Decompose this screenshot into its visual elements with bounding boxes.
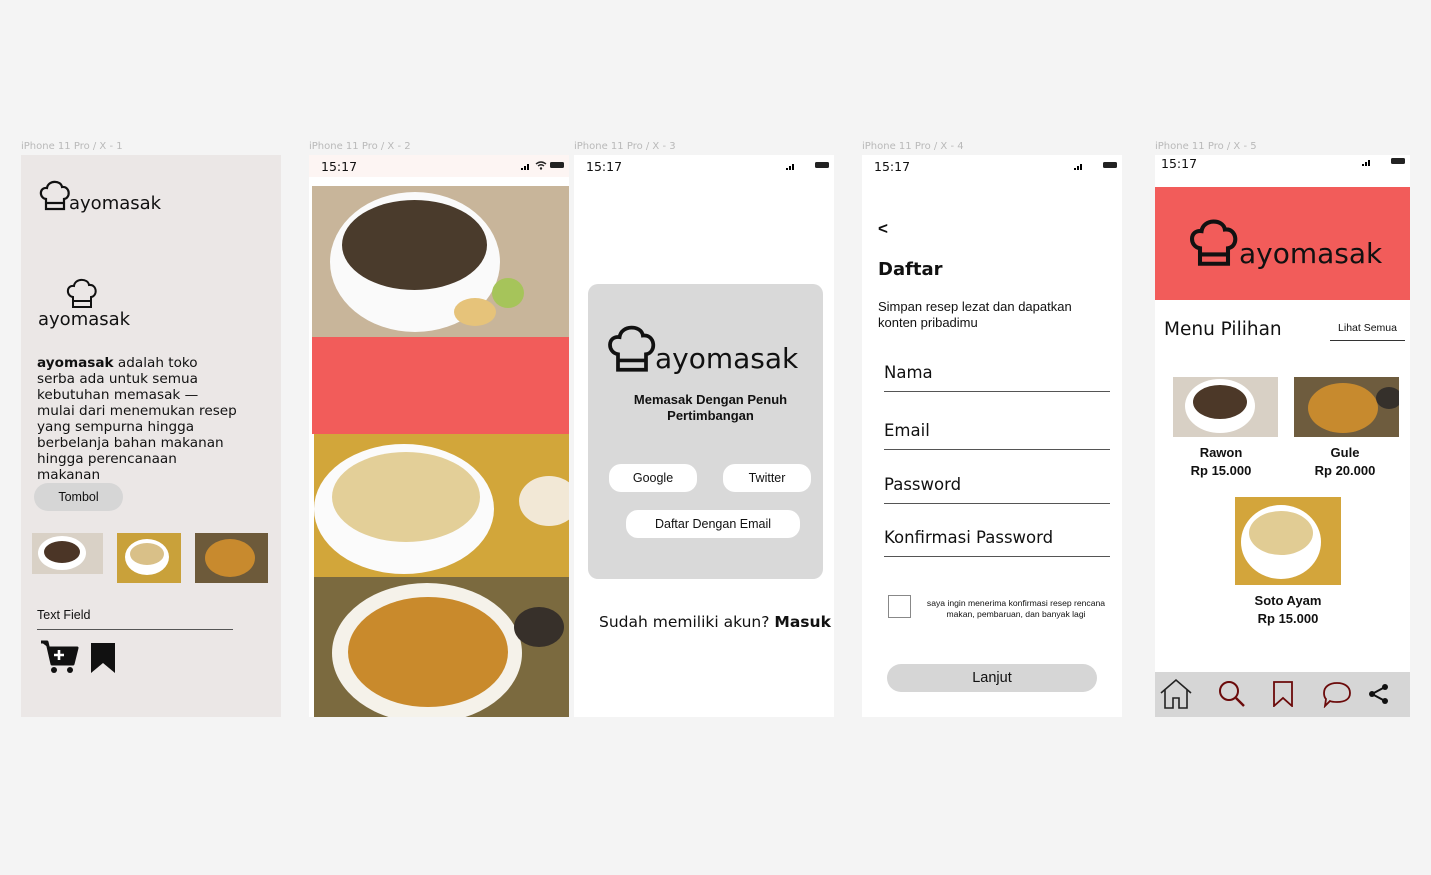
sample-button[interactable]: Tombol <box>34 483 123 511</box>
battery-icon <box>550 162 564 168</box>
twitter-signin-button[interactable]: Twitter <box>723 464 811 492</box>
bookmark-icon[interactable] <box>1273 681 1293 707</box>
search-icon[interactable] <box>1218 680 1246 708</box>
chef-hat-icon <box>39 180 70 211</box>
next-button[interactable]: Lanjut <box>887 664 1097 692</box>
login-link[interactable]: Masuk <box>774 613 830 631</box>
dish-item-soto-ayam[interactable]: Soto Ayam Rp 15.000 <box>1223 592 1353 628</box>
artboard-home-menu: 15:17 ayomasak Menu Pilihan Lihat Semua … <box>1155 155 1410 717</box>
text-field-input[interactable] <box>37 629 233 630</box>
accent-block <box>312 337 569 434</box>
status-bar: 15:17 <box>862 155 1122 177</box>
status-time: 15:17 <box>321 159 358 174</box>
brand-logo-stacked-text: ayomasak <box>38 309 131 330</box>
dish-item-rawon[interactable]: Rawon Rp 15.000 <box>1156 444 1286 480</box>
artboard-signup-options: 15:17 ayomasak Memasak Dengan Penuh Pert… <box>574 155 834 717</box>
have-account-text: Sudah memiliki akun? <box>599 613 775 631</box>
consent-checkbox[interactable] <box>888 595 911 618</box>
soto-thumbnail <box>117 533 181 583</box>
brand-name-bold: ayomasak <box>37 355 114 371</box>
signal-icon <box>521 164 529 170</box>
confirm-password-field[interactable]: Konfirmasi Password <box>884 528 1110 557</box>
home-icon[interactable] <box>1159 678 1193 710</box>
dish-name: Gule <box>1330 445 1360 460</box>
rawon-photo <box>312 186 569 337</box>
status-bar: 15:17 <box>309 155 569 177</box>
chef-hat-icon <box>608 325 656 372</box>
battery-icon <box>1103 162 1117 168</box>
artboard-splash-gallery: 15:17 <box>309 155 569 717</box>
add-to-cart-icon[interactable] <box>39 636 79 676</box>
rawon-card-image[interactable] <box>1173 377 1278 437</box>
status-time: 15:17 <box>586 159 623 174</box>
artboard-label-1: iPhone 11 Pro / X - 1 <box>21 141 123 152</box>
signal-icon <box>1074 164 1082 170</box>
battery-icon <box>1391 158 1405 164</box>
chat-icon[interactable] <box>1322 681 1352 708</box>
password-field[interactable]: Password <box>884 475 1110 504</box>
welcome-card: ayomasak Memasak Dengan Penuh Pertimbang… <box>588 284 823 579</box>
artboard-label-5: iPhone 11 Pro / X - 5 <box>1155 141 1257 152</box>
soto-ayam-photo <box>314 434 569 577</box>
email-field[interactable]: Email <box>884 421 1110 450</box>
artboard-label-3: iPhone 11 Pro / X - 3 <box>574 141 676 152</box>
brand-logo-text: ayomasak <box>1239 237 1383 270</box>
description-text: adalah toko serba ada untuk semua kebutu… <box>37 355 237 483</box>
section-title: Menu Pilihan <box>1164 319 1282 340</box>
signal-icon <box>1362 160 1370 166</box>
artboard-register: 15:17 < Daftar Simpan resep lezat dan da… <box>862 155 1122 717</box>
artboard-label-4: iPhone 11 Pro / X - 4 <box>862 141 964 152</box>
gule-card-image[interactable] <box>1294 377 1399 437</box>
wifi-icon <box>535 161 547 170</box>
status-bar: 15:17 <box>574 155 834 177</box>
dish-name: Soto Ayam <box>1254 593 1322 608</box>
dish-price: Rp 15.000 <box>1190 463 1252 478</box>
name-field[interactable]: Nama <box>884 363 1110 392</box>
dish-item-gule[interactable]: Gule Rp 20.000 <box>1280 444 1410 480</box>
text-field-label: Text Field <box>37 608 91 622</box>
dish-price: Rp 15.000 <box>1257 611 1319 626</box>
artboard-style-guide: ayomasak ayomasak ayomasak adalah toko s… <box>21 155 281 717</box>
soto-ayam-card-image[interactable] <box>1235 497 1341 585</box>
login-prompt: Sudah memiliki akun? Masuk <box>599 613 831 631</box>
tagline: Memasak Dengan Penuh Pertimbangan <box>633 392 788 423</box>
consent-text: saya ingin menerima konfirmasi resep ren… <box>926 598 1106 619</box>
gule-photo <box>314 577 569 717</box>
dish-name: Rawon <box>1199 445 1243 460</box>
brand-header: ayomasak <box>1155 187 1410 300</box>
bottom-nav-bar <box>1155 672 1410 717</box>
artboard-label-2: iPhone 11 Pro / X - 2 <box>309 141 411 152</box>
brand-logo-text: ayomasak <box>69 193 162 214</box>
share-icon[interactable] <box>1368 683 1390 705</box>
status-time: 15:17 <box>874 159 911 174</box>
signal-icon <box>786 164 794 170</box>
dish-price: Rp 20.000 <box>1314 463 1376 478</box>
google-signin-button[interactable]: Google <box>609 464 697 492</box>
brand-logo-text: ayomasak <box>655 342 799 375</box>
rawon-thumbnail <box>32 533 103 574</box>
see-all-link[interactable]: Lihat Semua <box>1330 322 1405 341</box>
bookmark-icon[interactable] <box>90 642 116 674</box>
brand-description: ayomasak adalah toko serba ada untuk sem… <box>37 355 237 483</box>
email-signup-button[interactable]: Daftar Dengan Email <box>626 510 800 538</box>
status-bar: 15:17 <box>1155 155 1410 177</box>
battery-icon <box>815 162 829 168</box>
gule-thumbnail <box>195 533 268 583</box>
chef-hat-icon <box>66 278 97 308</box>
back-button[interactable]: < <box>878 219 888 239</box>
status-time: 15:17 <box>1161 156 1198 171</box>
chef-hat-icon <box>1190 219 1238 266</box>
page-title: Daftar <box>878 259 943 280</box>
page-subtitle: Simpan resep lezat dan dapatkan konten p… <box>878 299 1072 330</box>
